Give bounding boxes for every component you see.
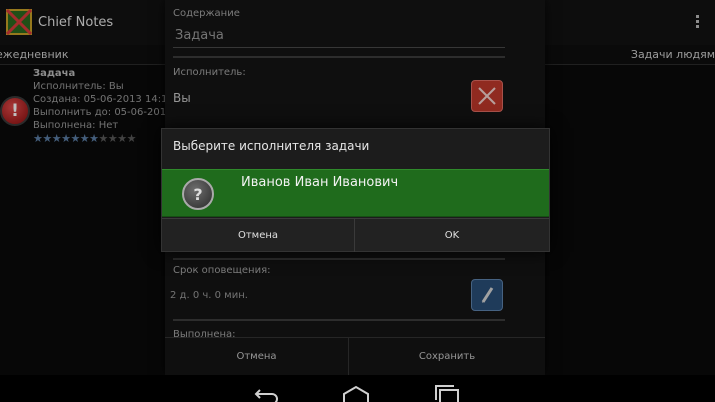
home-icon[interactable] [340, 384, 372, 402]
dialog-buttons: Отмена OK [162, 218, 549, 252]
dialog-cancel-button[interactable]: Отмена [162, 219, 355, 252]
list-item[interactable]: ? Иванов Иван Иванович [162, 169, 549, 217]
question-avatar-icon: ? [182, 178, 214, 210]
assignee-picker-dialog: Выберите исполнителя задачи ? Иванов Ива… [161, 128, 550, 252]
recent-apps-icon[interactable] [432, 384, 462, 402]
system-nav-bar [0, 375, 715, 402]
dialog-title: Выберите исполнителя задачи [173, 139, 370, 153]
screen: Chief Notes ежедневник Задачи людям ! За… [0, 0, 715, 402]
person-name: Иванов Иван Иванович [241, 175, 399, 190]
dialog-ok-button[interactable]: OK [355, 219, 549, 252]
back-icon[interactable] [250, 384, 280, 402]
